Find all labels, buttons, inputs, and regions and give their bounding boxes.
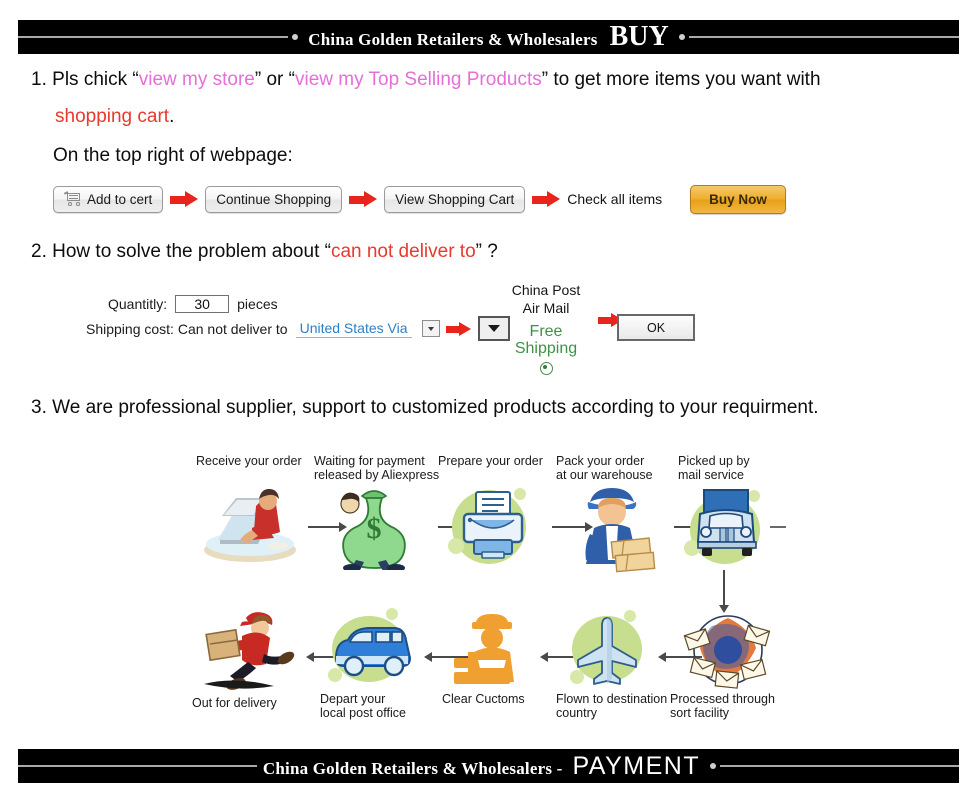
buy-now-label: Buy Now (709, 191, 767, 207)
section1-line1-c: ” to get more items you want with (541, 69, 821, 90)
header-title-group: China Golden Retailers & Wholesalers BUY (302, 23, 674, 51)
section1-line1-a: Pls chick “ (52, 69, 139, 90)
country-dropdown-small[interactable] (421, 320, 440, 337)
link-view-my-top-selling-products[interactable]: view my Top Selling Products (295, 69, 542, 90)
footer-title-group: China Golden Retailers & Wholesalers - P… (257, 751, 706, 780)
free-shipping-line1: Free (529, 323, 563, 340)
china-post-line2: Air Mail (522, 300, 570, 317)
add-to-cart-button[interactable]: Add to cert (53, 185, 164, 213)
flow-label-depart-post-office: Depart your local post office (320, 692, 406, 721)
quantity-row: Quantitly: 30 pieces (108, 293, 510, 314)
china-post-line1: China Post (511, 282, 581, 298)
country-select-value[interactable]: United States Via (295, 320, 412, 338)
flow-stub-right (770, 526, 786, 528)
footer-banner: China Golden Retailers & Wholesalers - P… (18, 749, 959, 783)
flow-label-out-for-delivery: Out for delivery (192, 696, 277, 710)
buy-now-button[interactable]: Buy Now (690, 184, 786, 214)
view-shopping-cart-button[interactable]: View Shopping Cart (384, 185, 526, 213)
flow-arrow-5 (304, 482, 346, 492)
section2-heading: 2. How to solve the problem about “can n… (31, 240, 498, 264)
arrow-right-icon-4 (445, 321, 472, 336)
flow-label-sort-facility: Processed through sort facility (670, 692, 775, 721)
worker-with-boxes-icon (566, 482, 666, 574)
view-shopping-cart-label: View Shopping Cart (395, 191, 515, 207)
chevron-down-icon-large (487, 325, 500, 332)
section1-line1: 1. Pls chick “view my store” or “view my… (31, 68, 821, 92)
link-shopping-cart[interactable]: shopping cart (55, 106, 169, 127)
section3-heading-text: We are professional supplier, support to… (52, 397, 819, 418)
chevron-down-icon-small (427, 326, 434, 331)
money-bag-icon: $ (326, 482, 422, 572)
arrow-right-icon-2 (349, 190, 378, 208)
footer-rule-right (720, 765, 959, 767)
ok-label: OK (646, 320, 666, 335)
shipping-form: Quantitly: 30 pieces Shipping cost: Can … (86, 293, 510, 341)
section2-number: 2. (31, 241, 47, 262)
section1-line2-tail: . (169, 106, 175, 127)
flow-label-waiting-payment: Waiting for payment released by Aliexpre… (314, 454, 440, 483)
fulfillment-flowchart: Receive your order Waiting for payment r… (0, 440, 977, 730)
section1-number: 1. (31, 69, 47, 90)
arrow-right-icon-3 (532, 190, 561, 208)
header-rule-right (688, 36, 959, 38)
section1-line2: shopping cart. (55, 105, 174, 129)
free-shipping-radio[interactable] (539, 361, 553, 375)
section2-heading-red: can not deliver to (330, 241, 476, 262)
section2-heading-a: How to solve the problem about “ (52, 241, 331, 262)
flow-label-clear-customs: Clear Cuctoms (442, 692, 525, 706)
section3-number: 3. (31, 397, 47, 418)
header-dot-left (292, 34, 299, 40)
footer-brand: China Golden Retailers & Wholesalers - (262, 758, 563, 778)
courier-running-icon (198, 610, 306, 694)
footer-word-payment: PAYMENT (572, 751, 701, 780)
person-at-laptop-icon (200, 482, 304, 566)
china-post-label: China Post Air Mail (504, 281, 588, 317)
delivery-van-icon (322, 606, 422, 692)
customs-officer-icon (448, 608, 540, 692)
ok-button[interactable]: OK (617, 314, 695, 341)
airplane-icon (562, 606, 658, 692)
arrow-right-icon-1 (170, 190, 199, 208)
pieces-label: pieces (237, 295, 278, 312)
truck-icon (682, 482, 778, 570)
footer-rule-left (18, 765, 257, 767)
header-banner: China Golden Retailers & Wholesalers BUY (18, 20, 959, 54)
continue-shopping-button[interactable]: Continue Shopping (205, 185, 343, 213)
footer-dot-right (710, 763, 717, 769)
continue-shopping-label: Continue Shopping (216, 191, 332, 207)
add-to-cart-label: Add to cert (87, 191, 153, 207)
mail-sorting-icon (682, 606, 774, 692)
free-shipping-line2: Shipping (514, 339, 578, 357)
flow-label-flown-to-destination: Flown to destination country (556, 692, 668, 721)
flow-label-pack-order: Pack your order at our warehouse (556, 454, 653, 483)
check-all-items-label: Check all items (567, 191, 663, 207)
shopping-cart-icon (63, 191, 81, 206)
link-view-my-store[interactable]: view my store (139, 69, 255, 90)
section3-heading: 3. We are professional supplier, support… (31, 396, 819, 420)
free-shipping-option[interactable]: Free Shipping (505, 323, 587, 375)
section2-heading-b: ” ? (475, 241, 498, 262)
header-brand: China Golden Retailers & Wholesalers (308, 30, 598, 49)
flow-label-prepare-order: Prepare your order (438, 454, 543, 468)
svg-text:$: $ (367, 512, 382, 545)
flow-label-receive-order: Receive your order (196, 454, 302, 468)
quantity-input[interactable]: 30 (175, 294, 230, 313)
header-word-buy: BUY (609, 21, 669, 52)
flow-label-picked-up: Picked up by mail service (678, 454, 750, 483)
header-dot-right (678, 34, 685, 40)
section1-line1-b: ” or “ (254, 69, 295, 90)
section1-line3: On the top right of webpage: (53, 145, 293, 166)
checkout-steps-row: Add to cert Continue Shopping View Shopp… (53, 182, 786, 216)
quantity-label: Quantitly: (108, 295, 168, 312)
shipping-cost-label: Shipping cost: Can not deliver to (86, 320, 288, 337)
shipping-cost-row: Shipping cost: Can not deliver to United… (86, 316, 510, 341)
printer-icon (446, 482, 542, 570)
header-rule-left (18, 36, 289, 38)
